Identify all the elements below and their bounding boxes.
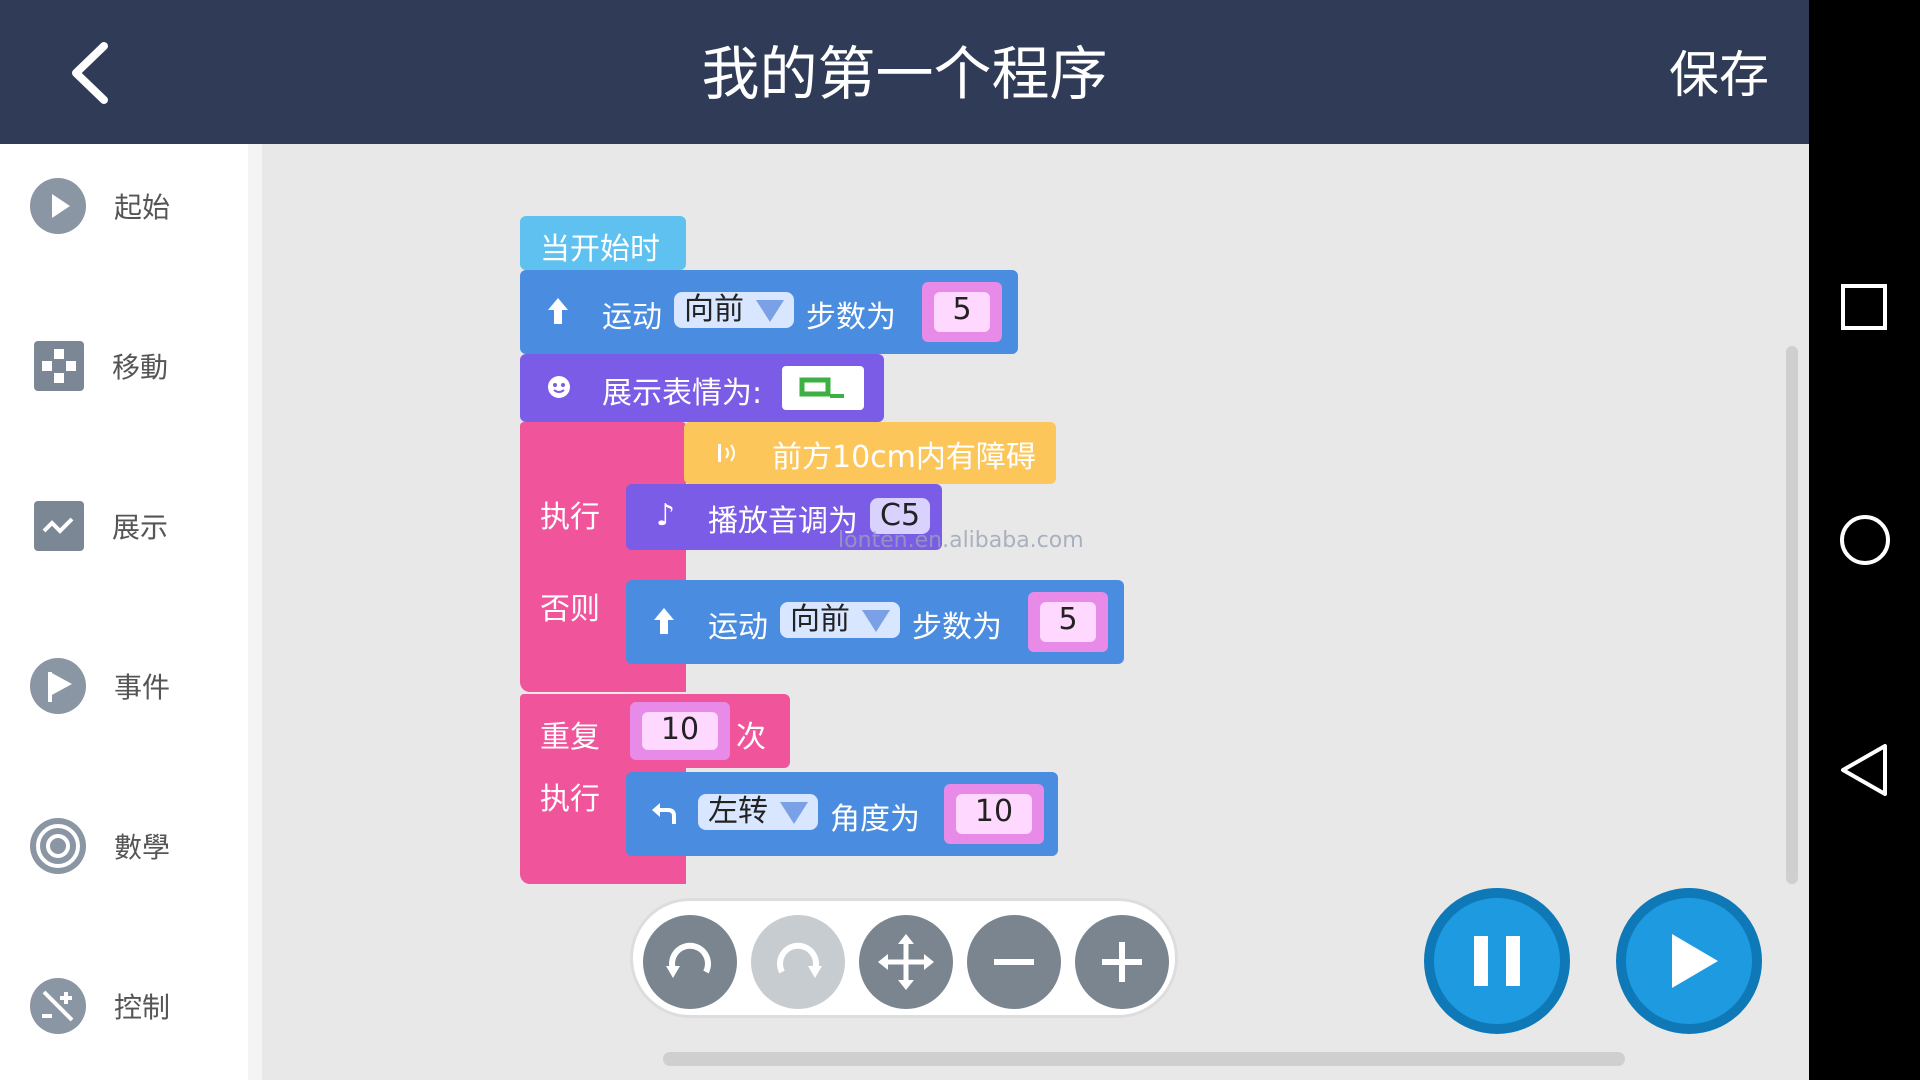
face-picker[interactable]: [782, 366, 864, 410]
triangle-back-icon: [1841, 744, 1887, 796]
smiley-icon: [548, 376, 570, 398]
vertical-scrollbar[interactable]: [1786, 346, 1798, 884]
if-do-label: 执行: [540, 500, 600, 535]
sidebar-item-move[interactable]: 移動: [30, 334, 240, 398]
start-block-label: 当开始时: [540, 232, 660, 267]
else-label: 否则: [540, 592, 600, 627]
sidebar-item-label: 起始: [114, 191, 171, 224]
move-icon: [34, 341, 84, 391]
dropdown-arrow-icon: [862, 610, 890, 632]
times-label: 次: [736, 720, 766, 755]
system-back-button[interactable]: [1833, 738, 1897, 802]
save-button[interactable]: 保存: [1669, 40, 1769, 110]
dropdown-arrow-icon: [780, 802, 808, 824]
steps-value: 5: [934, 292, 990, 332]
show-face-block[interactable]: 展示表情为:: [520, 354, 884, 422]
page-title: 我的第一个程序: [701, 40, 1108, 108]
turn-left-icon: [652, 803, 676, 824]
steps-input[interactable]: 5: [1028, 592, 1108, 652]
direction-dropdown[interactable]: 向前: [780, 602, 900, 638]
move-label: 运动: [708, 610, 768, 645]
move-forward-block[interactable]: 运动 向前 步数为 5: [520, 270, 1018, 354]
condition-label: 前方10cm内有障碍: [772, 440, 1036, 475]
flag-icon: [30, 658, 86, 714]
play-icon: [1672, 934, 1718, 988]
ultrasonic-icon: [718, 444, 735, 462]
zoom-out-button[interactable]: [967, 915, 1061, 1009]
direction-value: 向前: [790, 602, 850, 637]
home-button[interactable]: [1833, 508, 1897, 572]
control-icon: [30, 978, 86, 1034]
steps-value: 5: [1040, 602, 1096, 642]
recenter-button[interactable]: [859, 915, 953, 1009]
system-navigation-bar: [1809, 0, 1920, 1080]
music-note-icon: ♪: [656, 498, 676, 533]
move-label: 运动: [602, 300, 662, 335]
sidebar-item-math[interactable]: 數學: [30, 814, 240, 878]
steps-label: 步数为: [806, 300, 896, 335]
repeat-label: 重复: [540, 720, 600, 755]
run-button[interactable]: [1616, 888, 1762, 1034]
if-header-strip: [520, 422, 686, 482]
redo-button[interactable]: [751, 915, 845, 1009]
repeat-count-value: 10: [642, 712, 718, 750]
sidebar-item-label: 展示: [112, 511, 169, 544]
direction-value: 向前: [684, 292, 744, 327]
pause-button[interactable]: [1424, 888, 1570, 1034]
display-icon: [34, 501, 84, 551]
move-arrows-icon: [878, 934, 934, 990]
sidebar-item-label: 移動: [112, 351, 169, 384]
start-block[interactable]: 当开始时: [520, 216, 686, 270]
sidebar-item-start[interactable]: 起始: [30, 174, 240, 238]
turn-direction-dropdown[interactable]: 左转: [698, 794, 818, 830]
top-bar: 我的第一个程序 保存: [0, 0, 1809, 144]
block-category-sidebar: 起始 移動 展示 事件 數學 控制: [0, 144, 248, 1080]
plus-icon: [1102, 942, 1142, 982]
turn-block[interactable]: 左转 角度为 10: [626, 772, 1058, 856]
recents-button[interactable]: [1833, 276, 1897, 340]
steps-label: 步数为: [912, 610, 1002, 645]
square-icon: [1841, 284, 1887, 330]
minus-icon: [994, 959, 1034, 965]
sidebar-item-display[interactable]: 展示: [30, 494, 240, 558]
face-label: 展示表情为:: [602, 376, 763, 411]
play-icon: [30, 178, 86, 234]
dropdown-arrow-icon: [756, 300, 784, 322]
undo-button[interactable]: [643, 915, 737, 1009]
angle-value: 10: [956, 794, 1032, 834]
sidebar-item-events[interactable]: 事件: [30, 654, 240, 718]
repeat-header: 重复 10 次: [520, 694, 790, 768]
arrow-up-icon: [548, 298, 568, 324]
circle-icon: [1840, 515, 1890, 565]
repeat-do-label: 执行: [540, 782, 600, 817]
sidebar-item-label: 事件: [114, 671, 171, 704]
obstacle-sensor-block[interactable]: 前方10cm内有障碍: [684, 422, 1056, 484]
move-forward-block-else[interactable]: 运动 向前 步数为 5: [626, 580, 1124, 664]
watermark: lonten.en.alibaba.com: [838, 528, 1084, 553]
redo-icon: [777, 942, 822, 978]
sidebar-item-label: 數學: [114, 831, 171, 864]
sidebar-item-control[interactable]: 控制: [30, 974, 240, 1038]
target-icon: [30, 818, 86, 874]
tone-label: 播放音调为: [708, 504, 858, 539]
sidebar-item-label: 控制: [114, 991, 171, 1024]
angle-input[interactable]: 10: [944, 784, 1044, 844]
workspace-toolbar: [630, 898, 1178, 1018]
turn-direction-value: 左转: [708, 794, 768, 829]
direction-dropdown[interactable]: 向前: [674, 292, 794, 328]
zoom-in-button[interactable]: [1075, 915, 1169, 1009]
pause-icon: [1474, 936, 1520, 986]
horizontal-scrollbar[interactable]: [663, 1052, 1625, 1066]
arrow-up-icon: [654, 608, 674, 634]
repeat-count-input[interactable]: 10: [630, 702, 730, 760]
angle-label: 角度为: [830, 802, 920, 837]
face-preview-icon: [799, 377, 844, 398]
undo-icon: [666, 942, 711, 978]
steps-input[interactable]: 5: [922, 282, 1002, 342]
